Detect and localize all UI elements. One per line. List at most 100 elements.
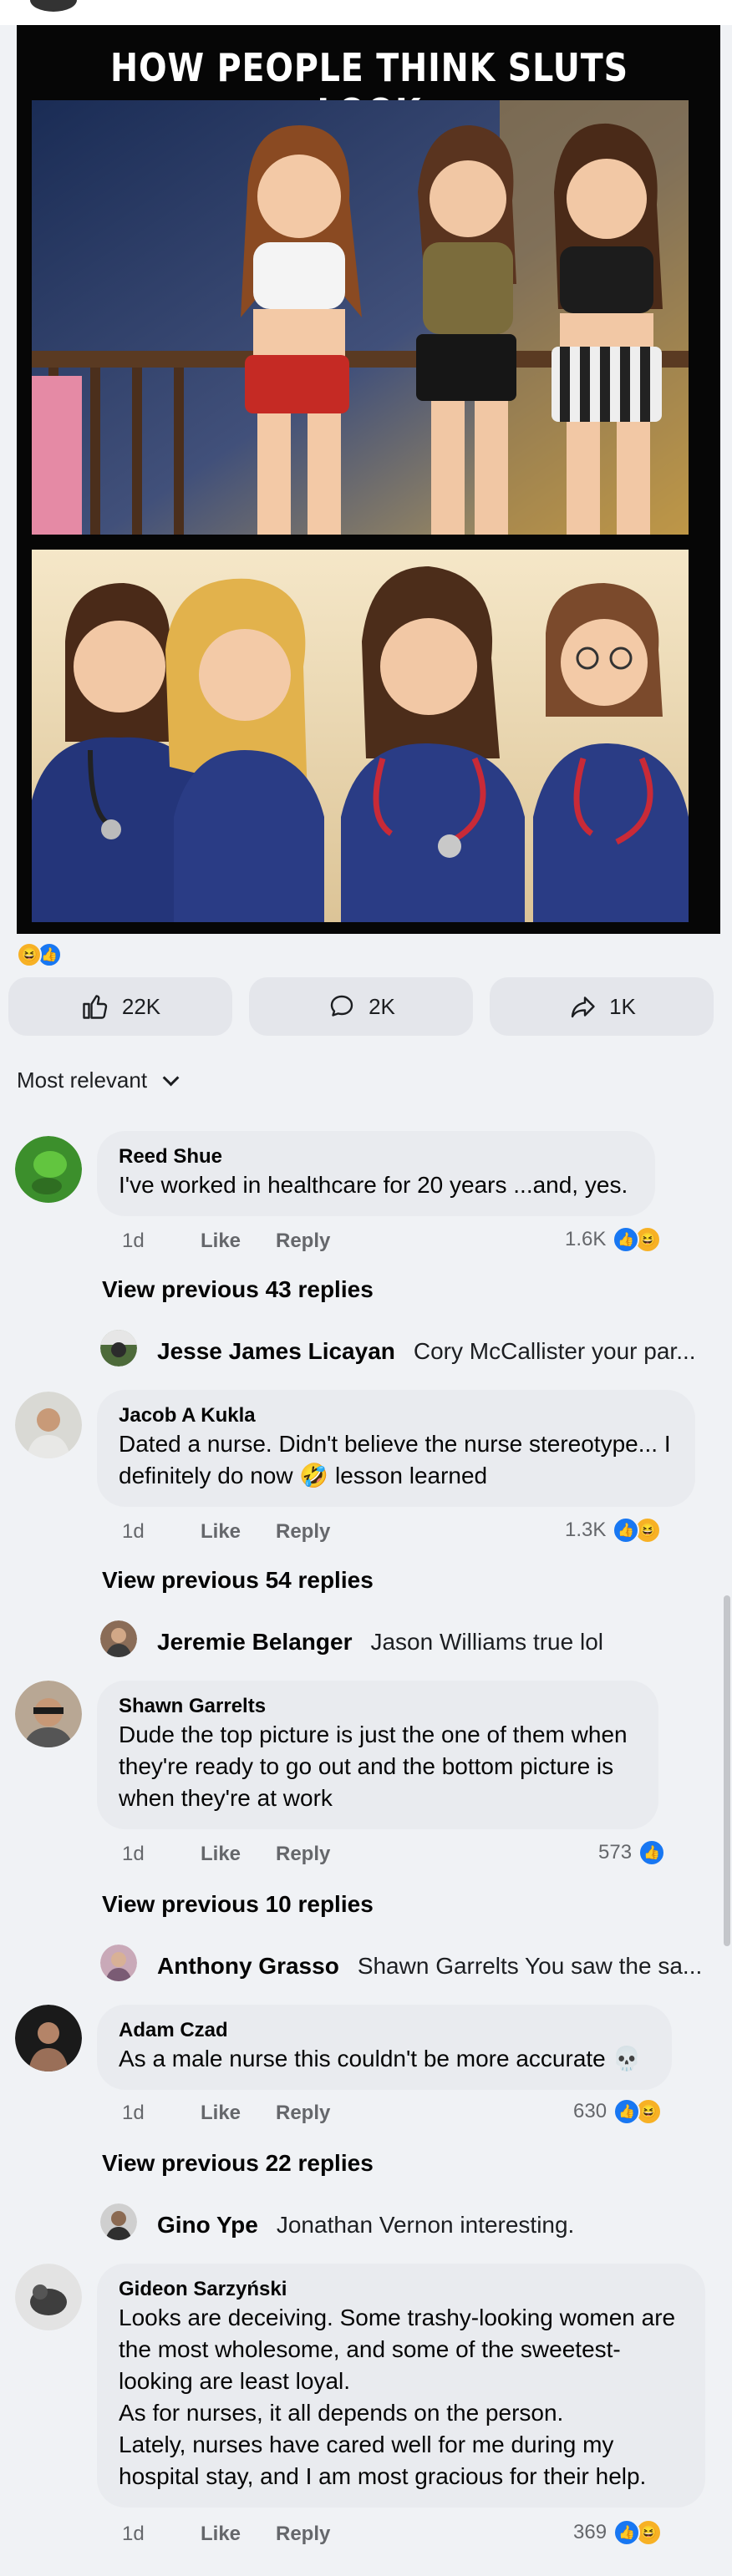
- comment-text-line: Dated a nurse. Didn't believe the nurse …: [119, 1431, 671, 1457]
- share-arrow-icon: [571, 996, 595, 1018]
- top-bar: [0, 0, 732, 25]
- comment-text-line: definitely do now 🤣 lesson learned: [119, 1463, 488, 1488]
- comment-like-link[interactable]: Like: [201, 1230, 276, 1253]
- share-button[interactable]: 1K: [490, 977, 714, 1036]
- comment-author[interactable]: Adam Czad: [119, 2018, 650, 2043]
- view-previous-replies[interactable]: View previous 10 replies: [102, 1891, 374, 1918]
- reply-text: Shawn Garrelts You saw the sa...: [357, 1953, 703, 1979]
- comment-text: As a male nurse this couldn't be more ac…: [119, 2046, 642, 2071]
- comment-text-line: Looks are deceiving. Some trashy-looking…: [119, 2305, 676, 2330]
- scrollbar-thumb[interactable]: [724, 1595, 730, 1946]
- reply-text: Cory McCallister your par...: [413, 1338, 696, 1364]
- comment-text: I've worked in healthcare for 20 years .…: [119, 1172, 628, 1198]
- comment-reaction-count[interactable]: 1.6K 👍 😆: [565, 1226, 662, 1253]
- reply-preview[interactable]: Jesse James Licayan Cory McCallister you…: [157, 1338, 696, 1365]
- comment-actions: 1d Like Reply: [122, 1520, 330, 1544]
- comment-reply-link[interactable]: Reply: [276, 1520, 330, 1544]
- comment-reaction-count[interactable]: 1.3K 👍 😆: [565, 1517, 662, 1544]
- comment-reply-link[interactable]: Reply: [276, 2102, 330, 2125]
- comment-text-line: they're ready to go out and the bottom p…: [119, 1753, 614, 1779]
- comment-text-line: Dude the top picture is just the one of …: [119, 1722, 628, 1747]
- avatar-anthony-grasso[interactable]: [100, 1945, 137, 1981]
- reply-text: Jason Williams true lol: [370, 1629, 603, 1655]
- comment-bubble[interactable]: Reed Shue I've worked in healthcare for …: [97, 1131, 655, 1216]
- reaction-number: 630: [573, 2100, 607, 2122]
- thumbs-up-icon: 👍: [638, 1839, 666, 1866]
- reaction-number: 1.6K: [565, 1228, 607, 1250]
- comment-author[interactable]: Gideon Sarzyński: [119, 2277, 684, 2302]
- laughing-face-icon: 😆: [17, 942, 42, 967]
- avatar-gino-ype[interactable]: [100, 2203, 137, 2240]
- avatar-reed-shue[interactable]: [15, 1136, 82, 1203]
- comment-time[interactable]: 1d: [122, 2523, 201, 2546]
- like-count: 22K: [121, 993, 161, 1019]
- comment-reply-link[interactable]: Reply: [276, 1230, 330, 1253]
- comment-reaction-count[interactable]: 369 👍 😆: [573, 2519, 663, 2546]
- comment-text-line: looking are least loyal.: [119, 2368, 351, 2394]
- avatar-jacob-a-kukla[interactable]: [15, 1392, 82, 1458]
- comment-time[interactable]: 1d: [122, 2102, 201, 2125]
- comment-bubble[interactable]: Jacob A Kukla Dated a nurse. Didn't beli…: [97, 1390, 695, 1507]
- reply-author[interactable]: Gino Ype: [157, 2212, 258, 2239]
- reply-preview[interactable]: Jeremie Belanger Jason Williams true lol: [157, 1629, 603, 1656]
- comment-reaction-count[interactable]: 630 👍 😆: [573, 2098, 663, 2125]
- comment-text-line: Lately, nurses have cared well for me du…: [119, 2431, 614, 2457]
- reaction-number: 573: [598, 1841, 633, 1864]
- view-previous-replies[interactable]: View previous 54 replies: [102, 1567, 374, 1594]
- avatar-gideon-sarzynski[interactable]: [15, 2264, 82, 2330]
- reply-text: Jonathan Vernon interesting.: [276, 2212, 575, 2238]
- post-image[interactable]: HOW PEOPLE THINK SLUTS LOOK: [17, 25, 722, 934]
- comment-time[interactable]: 1d: [122, 1230, 201, 1253]
- scrollbar-track[interactable]: [720, 25, 732, 2576]
- reply-author[interactable]: Jesse James Licayan: [157, 1338, 395, 1365]
- comment-like-link[interactable]: Like: [201, 1520, 276, 1544]
- reply-author[interactable]: Anthony Grasso: [157, 1953, 339, 1980]
- comment-like-link[interactable]: Like: [201, 2102, 276, 2125]
- reaction-number: 369: [573, 2521, 607, 2543]
- avatar-jeremie-belanger[interactable]: [100, 1620, 137, 1657]
- comment-author[interactable]: Shawn Garrelts: [119, 1694, 637, 1719]
- reply-author[interactable]: Jeremie Belanger: [157, 1629, 352, 1656]
- thumbs-up-icon: 👍: [613, 1517, 640, 1544]
- comment-actions: 1d Like Reply: [122, 1843, 330, 1866]
- view-previous-replies[interactable]: View previous 22 replies: [102, 2150, 374, 2177]
- comment-author[interactable]: Reed Shue: [119, 1144, 633, 1169]
- thumbs-up-icon: 👍: [613, 1226, 640, 1253]
- comment-sort-dropdown[interactable]: Most relevant: [17, 1067, 180, 1093]
- view-previous-replies[interactable]: View previous 43 replies: [102, 1276, 374, 1303]
- comment-bubble[interactable]: Gideon Sarzyński Looks are deceiving. So…: [97, 2264, 705, 2508]
- comment-time[interactable]: 1d: [122, 1843, 201, 1866]
- comment-author[interactable]: Jacob A Kukla: [119, 1403, 674, 1428]
- comment-reply-link[interactable]: Reply: [276, 1843, 330, 1866]
- avatar-jesse-james-licayan[interactable]: [100, 1330, 137, 1367]
- thumbs-up-icon: 👍: [613, 2098, 641, 2125]
- poster-avatar[interactable]: [30, 0, 77, 12]
- comment-text-line: the most wholesome, and some of the swee…: [119, 2336, 621, 2362]
- comment-reaction-count[interactable]: 573 👍: [598, 1839, 666, 1866]
- reply-preview[interactable]: Gino Ype Jonathan Vernon interesting.: [157, 2212, 574, 2239]
- comment-time[interactable]: 1d: [122, 1520, 201, 1544]
- avatar-shawn-garrelts[interactable]: [15, 1681, 82, 1747]
- avatar-adam-czad[interactable]: [15, 2005, 82, 2071]
- like-button[interactable]: 22K: [8, 977, 232, 1036]
- sort-label: Most relevant: [17, 1067, 148, 1093]
- share-count: 1K: [609, 993, 636, 1019]
- comment-like-link[interactable]: Like: [201, 1843, 276, 1866]
- comment-reply-link[interactable]: Reply: [276, 2523, 330, 2546]
- reaction-summary[interactable]: 😆 👍: [17, 942, 62, 967]
- thumbs-up-icon: [83, 995, 107, 1019]
- comment-like-link[interactable]: Like: [201, 2523, 276, 2546]
- comment-bubble[interactable]: Shawn Garrelts Dude the top picture is j…: [97, 1681, 658, 1829]
- comment-bubble[interactable]: Adam Czad As a male nurse this couldn't …: [97, 2005, 672, 2090]
- reply-preview[interactable]: Anthony Grasso Shawn Garrelts You saw th…: [157, 1953, 702, 1980]
- speech-bubble-icon: [330, 995, 353, 1017]
- thumbs-up-icon: 👍: [613, 2519, 641, 2546]
- comment-button[interactable]: 2K: [249, 977, 473, 1036]
- comment-actions: 1d Like Reply: [122, 2523, 330, 2546]
- comment-count: 2K: [369, 993, 395, 1019]
- chevron-down-icon: [162, 1069, 180, 1086]
- reaction-number: 1.3K: [565, 1519, 607, 1541]
- meme-top-panel: [32, 100, 689, 535]
- comment-text-line: As for nurses, it all depends on the per…: [119, 2400, 564, 2426]
- comment-actions: 1d Like Reply: [122, 1230, 330, 1253]
